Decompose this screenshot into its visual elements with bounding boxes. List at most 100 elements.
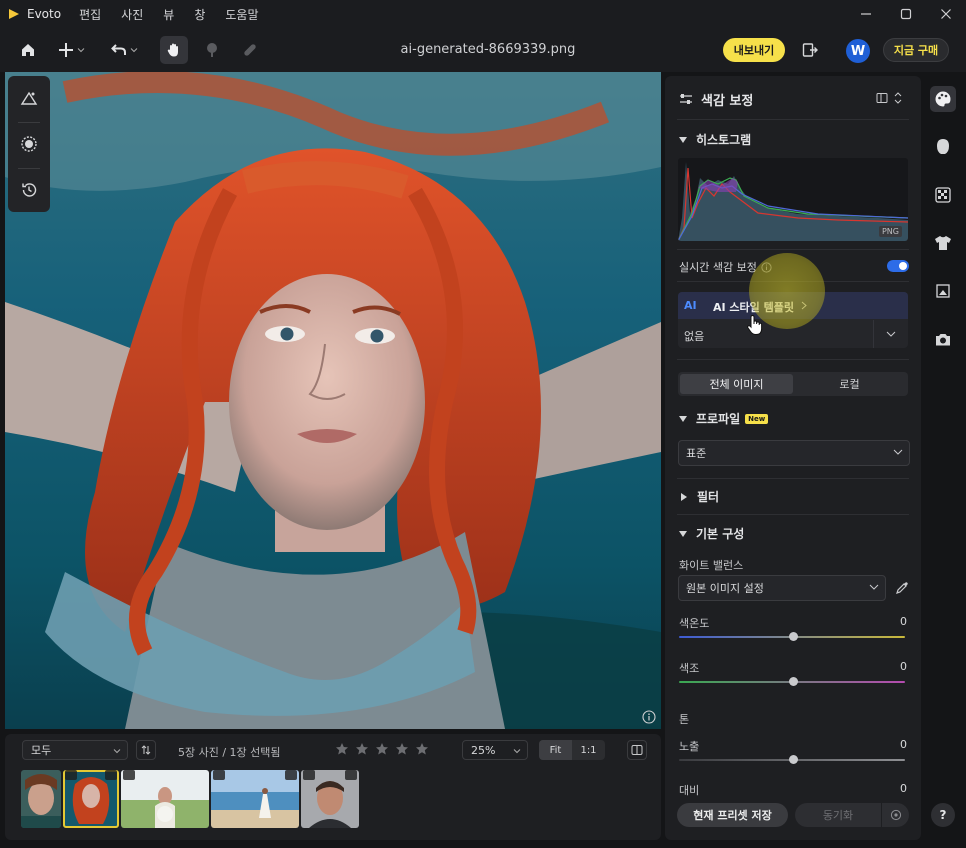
edited-badge bbox=[65, 770, 77, 780]
exposure-value[interactable]: 0 bbox=[900, 738, 907, 751]
user-avatar[interactable]: W bbox=[846, 39, 870, 63]
compare-button[interactable] bbox=[627, 740, 647, 760]
menu-item-view[interactable]: 뷰 bbox=[163, 6, 174, 23]
thumbnail-1[interactable] bbox=[21, 770, 61, 828]
white-balance-select[interactable]: 원본 이미지 설정 bbox=[678, 575, 886, 601]
menu-item-help[interactable]: 도움말 bbox=[225, 6, 258, 23]
fit-button[interactable]: Fit bbox=[539, 740, 572, 760]
exposure-label: 노출 bbox=[679, 740, 700, 753]
evoto-logo-icon bbox=[9, 9, 19, 19]
basic-section-header[interactable]: 기본 구성 bbox=[679, 525, 744, 542]
histogram-section-header[interactable]: 히스토그램 bbox=[679, 131, 751, 148]
contrast-value[interactable]: 0 bbox=[900, 782, 907, 795]
face-tool[interactable] bbox=[930, 134, 956, 160]
thumbnail-2-selected[interactable] bbox=[63, 770, 119, 828]
tab-local[interactable]: 로컬 bbox=[793, 374, 906, 394]
history-button[interactable] bbox=[17, 178, 41, 202]
photo-count-text: 5장 사진 / 1장 선택됨 bbox=[178, 746, 281, 759]
edited-badge bbox=[303, 770, 315, 780]
export-button[interactable]: 내보내기 bbox=[723, 38, 785, 62]
buy-now-button[interactable]: 지금 구매 bbox=[883, 38, 949, 62]
eyedropper-icon[interactable] bbox=[895, 581, 909, 595]
actual-size-button[interactable]: 1:1 bbox=[572, 740, 605, 760]
exposure-slider-handle[interactable] bbox=[789, 755, 798, 764]
thumbnail-4[interactable] bbox=[211, 770, 299, 828]
photo-filter-select[interactable]: 모두 bbox=[22, 740, 128, 760]
minimize-button[interactable] bbox=[846, 0, 886, 28]
sort-button[interactable] bbox=[136, 740, 156, 760]
star-icon[interactable] bbox=[335, 742, 349, 756]
layout-icon bbox=[876, 93, 888, 103]
menu-item-edit[interactable]: 편집 bbox=[79, 6, 101, 23]
thumbnail-5[interactable] bbox=[301, 770, 359, 828]
color-adjust-panel: 색감 보정 히스토그램 PNG 실시간 색감 보정 AI AI 스타일 템플릿 … bbox=[665, 76, 921, 840]
zoom-select[interactable]: 25% bbox=[462, 740, 528, 760]
help-button[interactable]: ? bbox=[931, 803, 955, 827]
tint-slider-handle[interactable] bbox=[789, 677, 798, 686]
profile-section-header[interactable]: 프로파일 New bbox=[679, 410, 769, 427]
star-icon[interactable] bbox=[415, 742, 429, 756]
photo-canvas[interactable] bbox=[5, 72, 661, 729]
rating-stars bbox=[335, 742, 429, 756]
tint-value[interactable]: 0 bbox=[900, 660, 907, 673]
menu-item-photo[interactable]: 사진 bbox=[121, 6, 143, 23]
main-toolbar: ai-generated-8669339.png 내보내기 W 지금 구매 bbox=[0, 28, 966, 72]
ai-template-dropdown-button[interactable] bbox=[874, 320, 908, 348]
blur-tool-button[interactable] bbox=[17, 132, 41, 156]
triangle-sparkle-icon bbox=[20, 91, 38, 105]
maximize-button[interactable] bbox=[886, 0, 926, 28]
tab-whole-image[interactable]: 전체 이미지 bbox=[680, 374, 793, 394]
format-tag: PNG bbox=[878, 226, 902, 237]
profile-select[interactable]: 표준 bbox=[678, 440, 910, 466]
basic-title: 기본 구성 bbox=[696, 527, 745, 541]
tint-slider[interactable] bbox=[679, 677, 905, 686]
star-icon[interactable] bbox=[375, 742, 389, 756]
edited-badge bbox=[123, 770, 135, 780]
info-icon[interactable] bbox=[642, 710, 656, 724]
new-badge: New bbox=[745, 413, 769, 424]
panel-title: 색감 보정 bbox=[701, 94, 754, 109]
checkerboard-icon bbox=[935, 187, 951, 203]
adjust-sliders-icon bbox=[680, 94, 692, 104]
panel-layout-toggle[interactable] bbox=[876, 90, 908, 106]
export-badge bbox=[105, 770, 117, 780]
realtime-correction-toggle[interactable] bbox=[887, 260, 909, 272]
white-balance-label: 화이트 밸런스 bbox=[679, 559, 744, 572]
exposure-slider[interactable] bbox=[679, 755, 905, 764]
camera-icon bbox=[936, 333, 950, 345]
auto-adjust-button[interactable] bbox=[17, 86, 41, 110]
temperature-slider[interactable] bbox=[679, 632, 905, 641]
fit-toggle-group: Fit 1:1 bbox=[539, 740, 605, 760]
menu-bar: 편집 사진 뷰 창 도움말 bbox=[79, 6, 278, 23]
chevron-down-icon bbox=[513, 749, 521, 754]
crop-tool[interactable] bbox=[930, 278, 956, 304]
collapse-arrow-icon bbox=[679, 136, 687, 143]
filter-title: 필터 bbox=[697, 490, 720, 504]
sync-button[interactable]: 동기화 bbox=[795, 803, 881, 827]
thumbnail-3[interactable] bbox=[121, 770, 209, 828]
realtime-correction-label: 실시간 색감 보정 bbox=[679, 261, 757, 274]
star-icon[interactable] bbox=[395, 742, 409, 756]
zoom-value: 25% bbox=[471, 743, 496, 757]
filter-section-header[interactable]: 필터 bbox=[679, 488, 719, 505]
palette-icon bbox=[935, 91, 951, 107]
color-palette-tool[interactable] bbox=[930, 86, 956, 112]
panel-toggle-button[interactable] bbox=[796, 36, 824, 64]
tone-label: 톤 bbox=[679, 713, 690, 726]
save-preset-button[interactable]: 현재 프리셋 저장 bbox=[677, 803, 788, 827]
expand-arrow-icon bbox=[681, 492, 687, 501]
menu-item-window[interactable]: 창 bbox=[194, 6, 205, 23]
minimize-icon bbox=[861, 13, 871, 15]
camera-tool[interactable] bbox=[930, 326, 956, 352]
sync-options-button[interactable] bbox=[882, 803, 909, 827]
background-tool[interactable] bbox=[930, 182, 956, 208]
temperature-slider-handle[interactable] bbox=[789, 632, 798, 641]
clothing-tool[interactable] bbox=[930, 230, 956, 256]
title-bar: Evoto 편집 사진 뷰 창 도움말 bbox=[0, 0, 966, 28]
close-window-button[interactable] bbox=[926, 0, 966, 28]
main-photo bbox=[5, 72, 661, 729]
temperature-value[interactable]: 0 bbox=[900, 615, 907, 628]
star-icon[interactable] bbox=[355, 742, 369, 756]
contrast-label: 대비 bbox=[679, 784, 700, 797]
chevron-down-icon bbox=[113, 749, 121, 754]
